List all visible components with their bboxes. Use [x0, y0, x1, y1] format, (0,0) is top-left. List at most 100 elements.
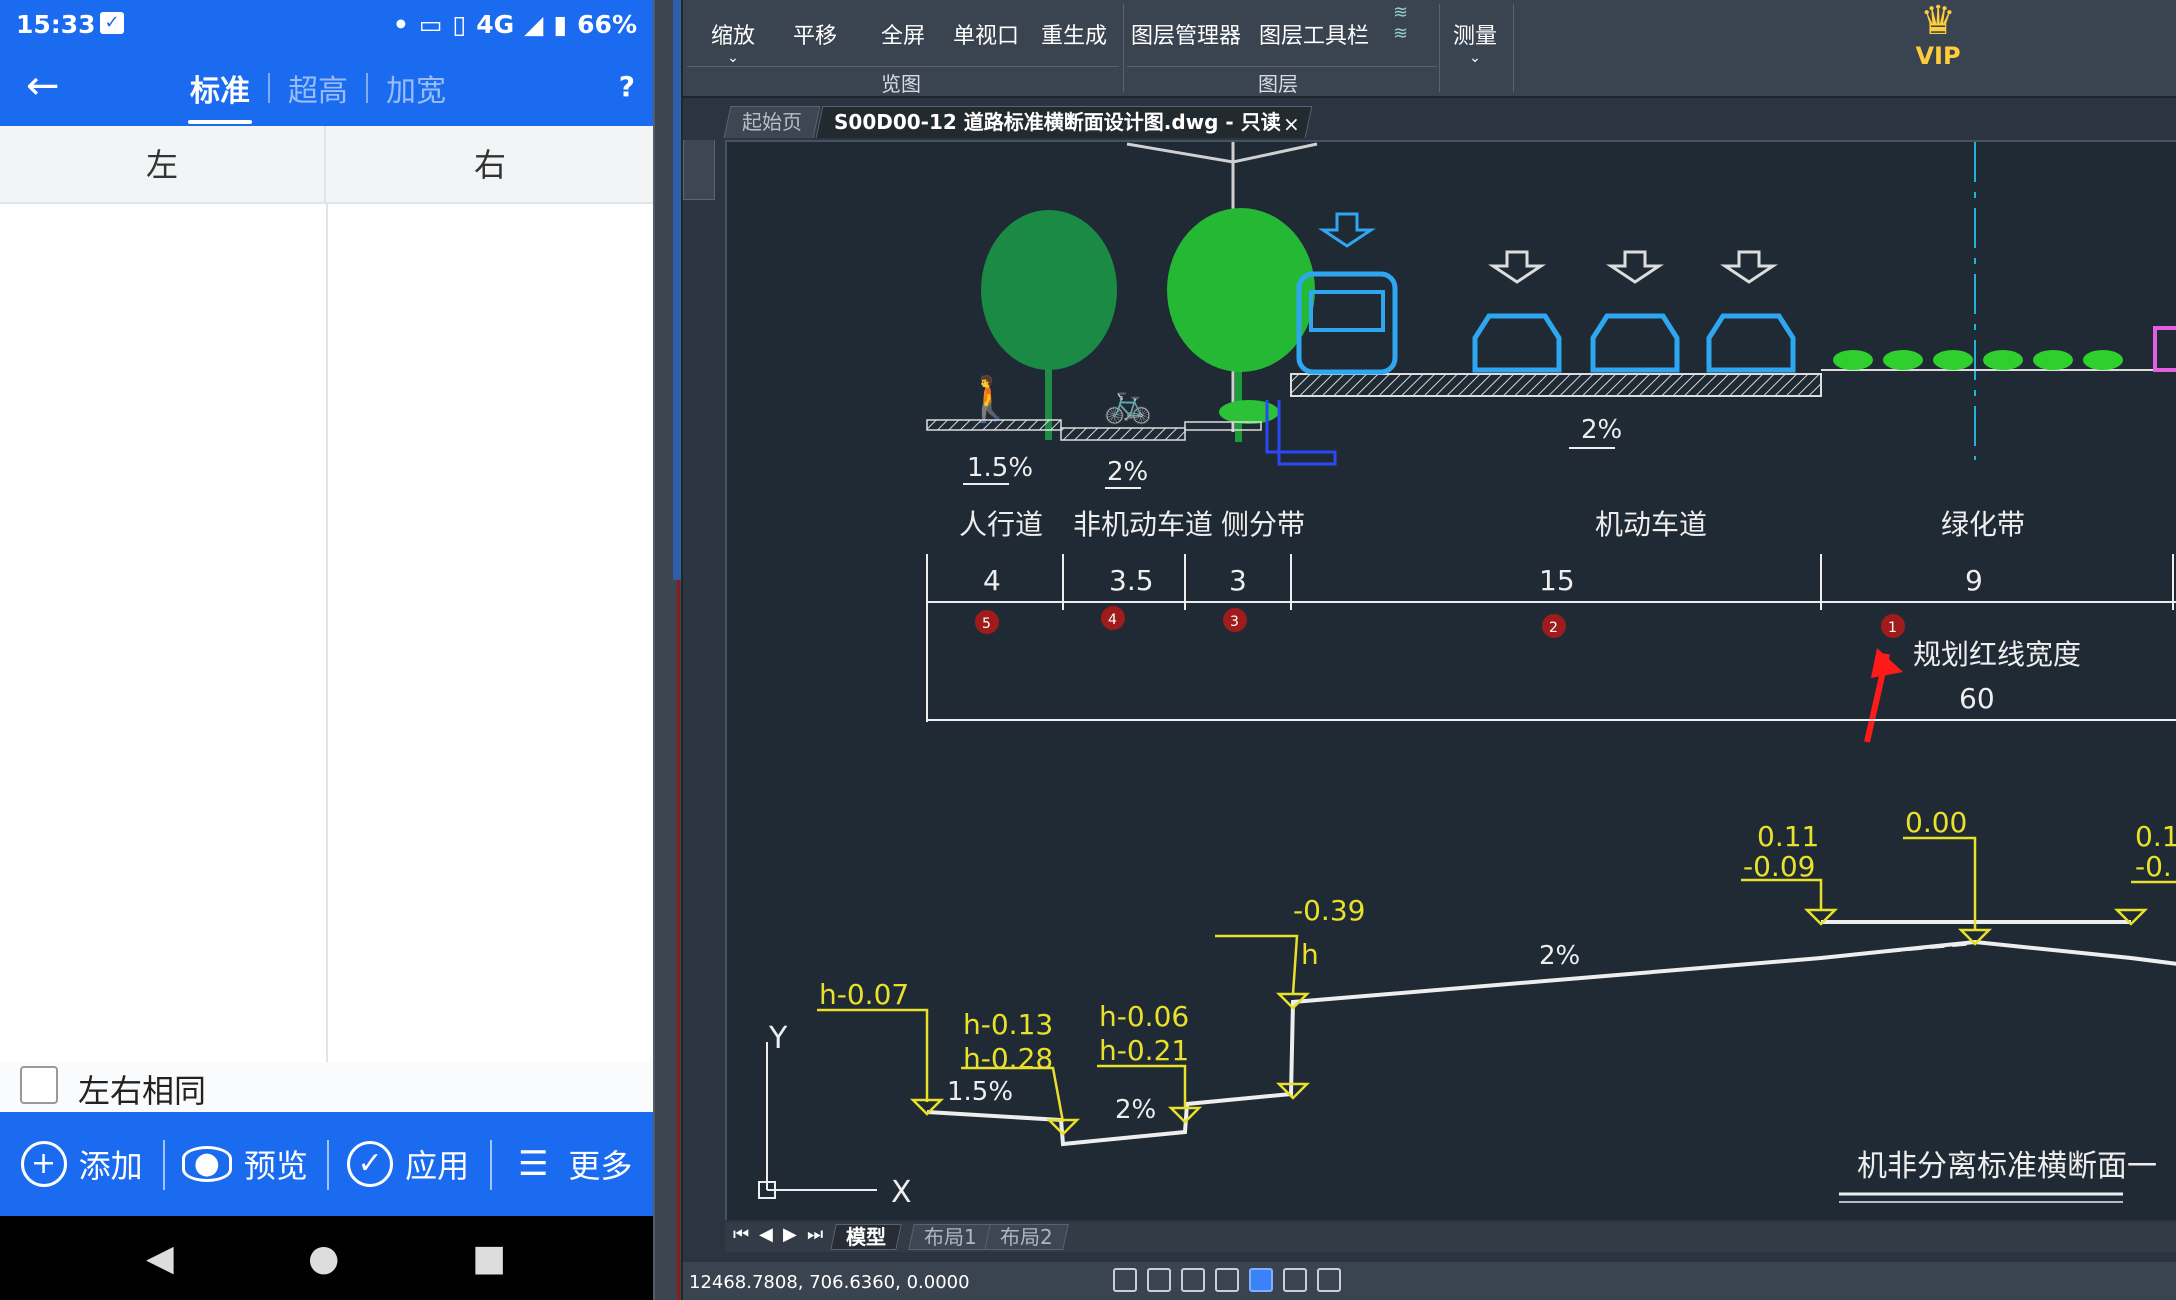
tab-model[interactable]: 模型 [830, 1224, 902, 1250]
measure-dropdown-icon: ⌄ [1469, 50, 1481, 66]
tab-layout2[interactable]: 布局2 [984, 1224, 1069, 1250]
close-tab-icon[interactable]: × [1283, 112, 1300, 136]
nav-home-icon[interactable]: ● [308, 1238, 339, 1279]
car-icon-3 [1706, 313, 1796, 373]
marker-5-label: 5 [982, 616, 991, 632]
tab-standard[interactable]: 标准 [180, 66, 260, 124]
nav-back-icon[interactable]: ◀ [146, 1238, 174, 1279]
zoom-label: 缩放 [711, 24, 756, 49]
width-bikelane: 3.5 [1109, 564, 1154, 597]
sidewalk-slab [926, 419, 1062, 431]
elev-h-013: h-0.13 [963, 1008, 1053, 1041]
menu-lines-icon: ☰ [518, 1144, 549, 1184]
snap-toggle-icon[interactable] [1113, 1268, 1137, 1292]
ribbon-separator [1439, 4, 1440, 92]
same-left-right-row[interactable]: 左右相同 [0, 1062, 653, 1112]
marker-2[interactable]: 2 [1542, 614, 1566, 638]
signal-icon: ◢ [524, 10, 544, 39]
layer-manager-button[interactable]: 图层管理器 [1131, 18, 1241, 50]
mobile-panel: 15:33 ✓ • ▭ ▯ 4G ◢ ▮ 66% ← 标准 超高 加宽 ? 左 … [0, 0, 653, 1300]
zone-label-sidewalk: 人行道 [959, 508, 1043, 541]
drawing-canvas[interactable]: 🚶 🚲 1.5% 2% 2% 人行道 非机动车道 侧分带 机动车道 绿化带 4 … [725, 140, 2176, 1220]
single-viewport-button[interactable]: 单视口 [953, 18, 1019, 50]
vip-badge[interactable]: ♛ VIP [1888, 0, 1988, 80]
vibrate-icon: ▯ [452, 10, 467, 39]
table-header: 左 右 [0, 126, 653, 204]
vehicle-right-edge [2153, 326, 2176, 372]
first-layout-icon[interactable]: ⏮ [733, 1224, 749, 1245]
back-arrow-icon[interactable]: ← [26, 66, 60, 106]
tab-widening[interactable]: 加宽 [376, 66, 456, 110]
same-left-right-checkbox[interactable] [20, 1066, 58, 1104]
more-button[interactable]: ☰ 更多 [489, 1112, 653, 1216]
bike-lane-slab [1060, 427, 1186, 441]
elev-h: h [1301, 938, 1319, 971]
tab-divider [268, 73, 270, 103]
layer-toolbar-button[interactable]: 图层工具栏 [1259, 18, 1369, 50]
fullscreen-button[interactable]: 全屏 [881, 18, 925, 50]
left-column-header: 左 [0, 126, 326, 204]
otrack-toggle-icon[interactable] [1283, 1268, 1307, 1292]
measure-button[interactable]: 测量 ⌄ [1453, 18, 1497, 66]
marker-5[interactable]: 5 [975, 610, 999, 634]
app-bar: ← 标准 超高 加宽 ? [0, 50, 653, 126]
split-divider[interactable] [653, 0, 683, 1300]
bottom-action-bar: + 添加 ● 预览 ✓ 应用 ☰ 更多 [0, 1112, 653, 1216]
red-line-width-label: 规划红线宽度 [1913, 638, 2081, 671]
tab-model-label: 模型 [846, 1225, 886, 1249]
grid-toggle-icon[interactable] [1147, 1268, 1171, 1292]
slope-bottom-bikelane: 2% [1115, 1095, 1156, 1125]
layer-manager-label: 图层管理器 [1131, 24, 1242, 49]
regen-button[interactable]: 重生成 [1041, 18, 1107, 50]
elev-h-021: h-0.21 [1099, 1034, 1189, 1067]
group-layer-label: 图层 [1258, 72, 1298, 96]
pan-label: 平移 [793, 24, 838, 49]
apply-button[interactable]: ✓ 应用 [326, 1112, 490, 1216]
pan-button[interactable]: 平移 [793, 18, 837, 50]
tab-layout1-label: 布局1 [924, 1225, 977, 1249]
layout-tab-bar: ⏮ ◀ ▶ ⏭ 模型 布局1 布局2 [725, 1222, 2176, 1252]
ortho-toggle-icon[interactable] [1181, 1268, 1205, 1292]
tab-document[interactable]: S00D00-12 道路标准横断面设计图.dwg - 只读 [815, 106, 1313, 138]
tab-home-label: 起始页 [742, 110, 802, 134]
tab-home[interactable]: 起始页 [723, 106, 821, 138]
zone-label-motorway: 机动车道 [1595, 508, 1707, 541]
osnap-toggle-icon[interactable] [1249, 1268, 1273, 1292]
cursor-coordinates: 12468.7808, 706.6360, 0.0000 [689, 1272, 970, 1293]
preview-button[interactable]: ● 预览 [163, 1112, 326, 1216]
layer-tools-icon[interactable]: ≋ ≋ [1393, 2, 1408, 44]
width-median: 3 [1229, 564, 1247, 597]
marker-3-label: 3 [1230, 614, 1239, 630]
plus-circle-icon: + [20, 1141, 67, 1187]
prev-layout-icon[interactable]: ◀ [759, 1224, 773, 1245]
zoom-button[interactable]: 缩放 ⌄ [711, 18, 755, 66]
marker-3[interactable]: 3 [1223, 608, 1247, 632]
marker-1[interactable]: 1 [1881, 614, 1905, 638]
next-layout-icon[interactable]: ▶ [783, 1224, 797, 1245]
width-sidewalk: 4 [983, 564, 1001, 597]
car-arrow-icon-1 [1488, 250, 1546, 284]
status-time: 15:33 [16, 10, 96, 39]
polar-toggle-icon[interactable] [1215, 1268, 1239, 1292]
check-circle-icon: ✓ [347, 1141, 394, 1187]
pedestrian-icon: 🚶 [962, 374, 1017, 425]
last-layout-icon[interactable]: ⏭ [807, 1224, 823, 1245]
ribbon-group-line [1127, 66, 1437, 67]
cad-window: 缩放 ⌄ 平移 全屏 单视口 重生成 图层管理器 图层工具栏 ≋ ≋ 测量 ⌄ 览… [683, 0, 2176, 1300]
fullscreen-toggle-icon[interactable] [1317, 1268, 1341, 1292]
status-bar: 15:33 ✓ • ▭ ▯ 4G ◢ ▮ 66% [0, 0, 653, 50]
annotation-arrowhead [1871, 648, 1903, 678]
right-column-header: 右 [473, 146, 506, 184]
eye-icon: ● [181, 1146, 232, 1182]
marker-4[interactable]: 4 [1101, 606, 1125, 630]
marker-4-label: 4 [1108, 612, 1117, 628]
tab-superelevation[interactable]: 超高 [278, 66, 358, 110]
add-button[interactable]: + 添加 [0, 1112, 163, 1216]
car-arrow-icon-2 [1606, 250, 1664, 284]
android-nav-bar: ◀ ● ■ [0, 1216, 653, 1300]
tab-document-label: S00D00-12 道路标准横断面设计图.dwg - 只读 [834, 110, 1281, 134]
fullscreen-label: 全屏 [881, 24, 926, 49]
help-button[interactable]: ? [619, 70, 635, 103]
nav-recents-icon[interactable]: ■ [472, 1238, 506, 1279]
tab-layout1[interactable]: 布局1 [908, 1224, 993, 1250]
